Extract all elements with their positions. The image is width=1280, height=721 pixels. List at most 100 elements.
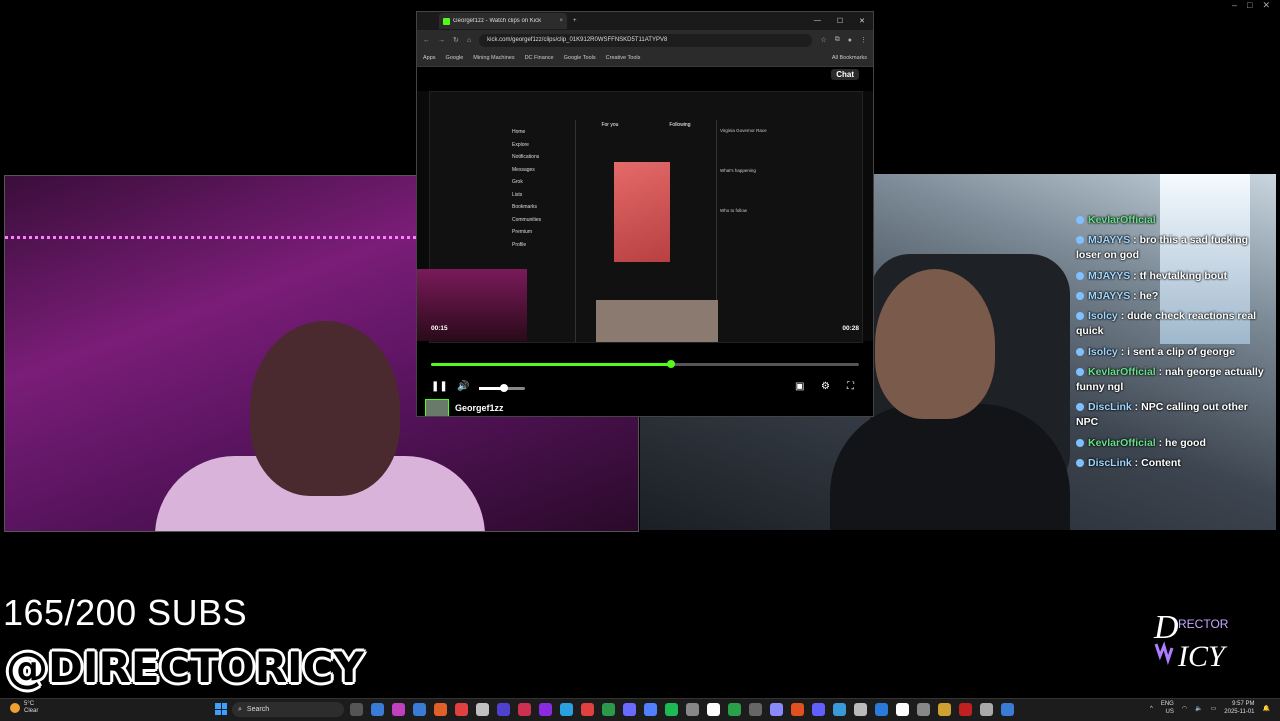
taskbar-app-icon[interactable] <box>854 703 867 716</box>
taskbar-app-icon[interactable] <box>728 703 741 716</box>
feed-image <box>614 162 670 262</box>
x-nav-item: Messages <box>512 166 535 173</box>
chat-button[interactable]: Chat <box>831 69 859 80</box>
taskbar-app-icon[interactable] <box>791 703 804 716</box>
channel-name[interactable]: Georgef1zz <box>455 403 504 413</box>
taskbar-app-icon[interactable] <box>392 703 405 716</box>
progress-knob[interactable] <box>666 360 675 368</box>
taskbar-app-icon[interactable] <box>812 703 825 716</box>
pause-icon[interactable]: ❚❚ <box>431 381 448 392</box>
bookmark-item[interactable]: DC Finance <box>525 55 554 61</box>
x-feed: For you Following <box>575 120 718 342</box>
reload-icon[interactable]: ↻ <box>453 36 459 44</box>
x-nav-item: Home <box>512 129 526 135</box>
chat-username: MJAYYS <box>1088 234 1131 247</box>
video-player[interactable]: Home Explore Notifications Messages Grok List… <box>417 91 873 343</box>
svg-text:ICY: ICY <box>1177 640 1228 673</box>
wifi-icon[interactable]: ◠ <box>1182 705 1187 712</box>
speaker-icon[interactable]: 🔈 <box>1195 705 1202 712</box>
pip-icon[interactable]: ▣ <box>795 381 804 392</box>
taskbar-app-icon[interactable] <box>644 703 657 716</box>
taskbar-app-icon[interactable] <box>980 703 993 716</box>
progress-bar[interactable] <box>431 360 859 368</box>
outer-close-button[interactable]: ✕ <box>1262 0 1270 12</box>
taskbar-app-icon[interactable] <box>665 703 678 716</box>
taskbar-app-icon[interactable] <box>938 703 951 716</box>
taskbar-app-icon[interactable] <box>1001 703 1014 716</box>
taskbar-app-icon[interactable] <box>602 703 615 716</box>
menu-icon[interactable]: ⋮ <box>860 36 867 44</box>
taskbar-app-icon[interactable] <box>749 703 762 716</box>
taskbar-app-icon[interactable] <box>350 703 363 716</box>
chat-badge-icon <box>1076 367 1084 376</box>
volume-icon[interactable]: 🔊 <box>457 381 469 392</box>
fullscreen-icon[interactable]: ⛶ <box>847 381 854 392</box>
chat-badge-icon <box>1076 236 1084 245</box>
tray-chevron-icon[interactable]: ^ <box>1150 706 1153 712</box>
browser-maximize-button[interactable]: ☐ <box>837 17 843 25</box>
extensions-icon[interactable]: ⧉ <box>835 36 840 44</box>
taskbar-search[interactable]: ⌕ Search <box>232 702 344 717</box>
browser-close-button[interactable]: ✕ <box>859 17 865 25</box>
taskbar-app-icon[interactable] <box>413 703 426 716</box>
volume-knob[interactable] <box>500 384 509 392</box>
star-icon[interactable]: ☆ <box>820 36 826 44</box>
taskbar-app-icon[interactable] <box>896 703 909 716</box>
taskbar-app-icon[interactable] <box>560 703 573 716</box>
taskbar-app-icon[interactable] <box>917 703 930 716</box>
language-indicator[interactable]: ENG US <box>1161 701 1174 717</box>
settings-icon[interactable]: ⚙ <box>821 381 830 392</box>
outer-minimize-button[interactable]: – <box>1232 0 1237 12</box>
chat-badge-icon <box>1076 347 1084 356</box>
clock[interactable]: 9:57 PM 2025-11-01 <box>1224 701 1254 717</box>
taskbar-app-icon[interactable] <box>770 703 783 716</box>
taskbar-app-icon[interactable] <box>476 703 489 716</box>
profile-icon[interactable]: ● <box>848 37 852 44</box>
browser-minimize-button[interactable]: — <box>814 17 821 25</box>
taskbar-app-icon[interactable] <box>686 703 699 716</box>
channel-handle: @DIRECTORICY <box>6 643 364 692</box>
address-bar: ← → ↻ ⌂ kick.com/georgef1zz/clips/clip_0… <box>417 30 873 50</box>
windows-start-icon[interactable] <box>215 703 227 715</box>
taskbar-app-icon[interactable] <box>623 703 636 716</box>
browser-window: Georgef1zz - Watch clips on Kick × + — ☐… <box>416 11 874 417</box>
all-bookmarks-link[interactable]: All Bookmarks <box>832 55 867 61</box>
outer-maximize-button[interactable]: □ <box>1247 0 1252 12</box>
forward-icon[interactable]: → <box>438 37 445 44</box>
taskbar-app-icon[interactable] <box>371 703 384 716</box>
bookmark-item[interactable]: Mining Machines <box>473 55 514 61</box>
back-icon[interactable]: ← <box>423 37 430 44</box>
url-field[interactable]: kick.com/georgef1zz/clips/clip_01K912R0W… <box>479 33 813 47</box>
channel-avatar[interactable] <box>425 399 449 416</box>
tab-close-icon[interactable]: × <box>559 18 563 24</box>
home-icon[interactable]: ⌂ <box>467 37 471 44</box>
bookmark-item[interactable]: Creative Tools <box>606 55 641 61</box>
taskbar-app-icon[interactable] <box>539 703 552 716</box>
taskbar-app-icon[interactable] <box>707 703 720 716</box>
sun-icon <box>10 703 20 714</box>
tab-bar: Georgef1zz - Watch clips on Kick × + — ☐… <box>417 12 873 30</box>
bookmark-item[interactable]: Google <box>446 55 464 61</box>
taskbar-app-icon[interactable] <box>959 703 972 716</box>
taskbar-app-icon[interactable] <box>434 703 447 716</box>
taskbar-app-icon[interactable] <box>581 703 594 716</box>
volume-slider[interactable] <box>479 384 525 392</box>
chat-message: MJAYYS : tf hevtalking bout <box>1076 269 1272 284</box>
bookmark-item[interactable]: Google Tools <box>564 55 596 61</box>
battery-icon[interactable]: ▭ <box>1211 705 1217 712</box>
chat-badge-icon <box>1076 438 1084 447</box>
chat-username: DiscLink <box>1088 456 1132 469</box>
taskbar-app-icon[interactable] <box>875 703 888 716</box>
new-tab-button[interactable]: + <box>573 18 577 24</box>
taskbar-app-icon[interactable] <box>518 703 531 716</box>
taskbar-app-icon[interactable] <box>497 703 510 716</box>
tab-kick-clip[interactable]: Georgef1zz - Watch clips on Kick × <box>439 13 567 29</box>
x-nav-item: Bookmarks <box>512 204 538 210</box>
taskbar-app-icon[interactable] <box>455 703 468 716</box>
channel-info: Georgef1zz <box>425 399 504 416</box>
taskbar-app-icon[interactable] <box>833 703 846 716</box>
x-sidebar: Home Explore Notifications Messages Grok List… <box>512 126 572 251</box>
weather-widget[interactable]: 5°C Clear <box>10 701 38 715</box>
bookmark-item[interactable]: Apps <box>423 55 436 61</box>
notifications-icon[interactable]: 🔔 <box>1263 705 1270 712</box>
